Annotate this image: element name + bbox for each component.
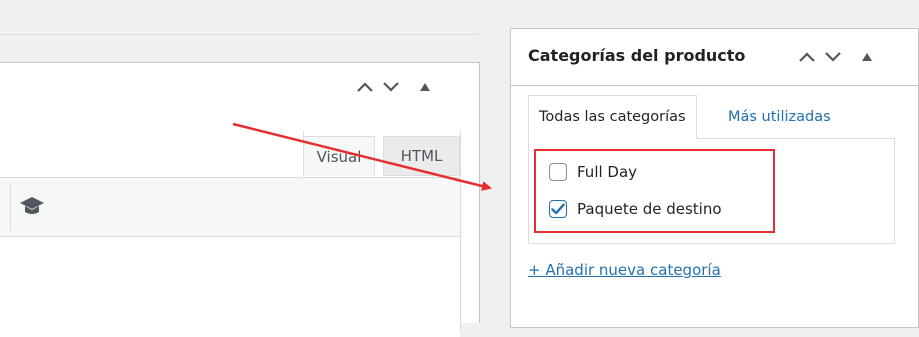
editor-metabox: Visual HTML <box>0 62 480 337</box>
editor-tabs-bar <box>0 131 304 178</box>
checkmark-icon <box>551 203 565 215</box>
collapse-triangle-icon[interactable] <box>415 77 435 97</box>
category-label: Full Day <box>577 163 638 181</box>
tab-most-used[interactable]: Más utilizadas <box>728 95 831 139</box>
category-item-paquete-de-destino[interactable]: Paquete de destino <box>549 200 722 218</box>
chevron-down-icon[interactable] <box>823 47 843 67</box>
category-tabs: Todas las categorías Más utilizadas <box>528 95 903 139</box>
chevron-down-icon[interactable] <box>381 77 401 97</box>
tab-visual[interactable]: Visual <box>303 136 375 176</box>
category-item-full-day[interactable]: Full Day <box>549 163 637 181</box>
checkbox-paquete-de-destino[interactable] <box>549 200 567 218</box>
checkbox-full-day[interactable] <box>549 163 567 181</box>
top-strip <box>0 0 479 35</box>
editor-toolbar <box>0 177 460 237</box>
toolbar-divider <box>10 184 11 230</box>
chevron-up-icon[interactable] <box>355 77 375 97</box>
metabox-controls <box>797 47 877 67</box>
mortarboard-icon[interactable] <box>19 194 45 218</box>
highlight-box <box>534 149 775 233</box>
editor-content[interactable] <box>0 237 460 337</box>
category-label: Paquete de destino <box>577 200 722 218</box>
collapse-triangle-icon[interactable] <box>857 47 877 67</box>
add-new-category-link[interactable]: + Añadir nueva categoría <box>528 261 721 279</box>
tab-html[interactable]: HTML <box>383 136 460 176</box>
editor-header-controls <box>355 77 435 97</box>
chevron-up-icon[interactable] <box>797 47 817 67</box>
tab-all-categories[interactable]: Todas las categorías <box>528 95 697 139</box>
product-categories-metabox: Categorías del producto Todas las catego… <box>510 28 919 328</box>
editor-area: Visual HTML <box>0 131 461 337</box>
metabox-title: Categorías del producto <box>528 46 746 65</box>
metabox-header: Categorías del producto <box>511 29 918 86</box>
